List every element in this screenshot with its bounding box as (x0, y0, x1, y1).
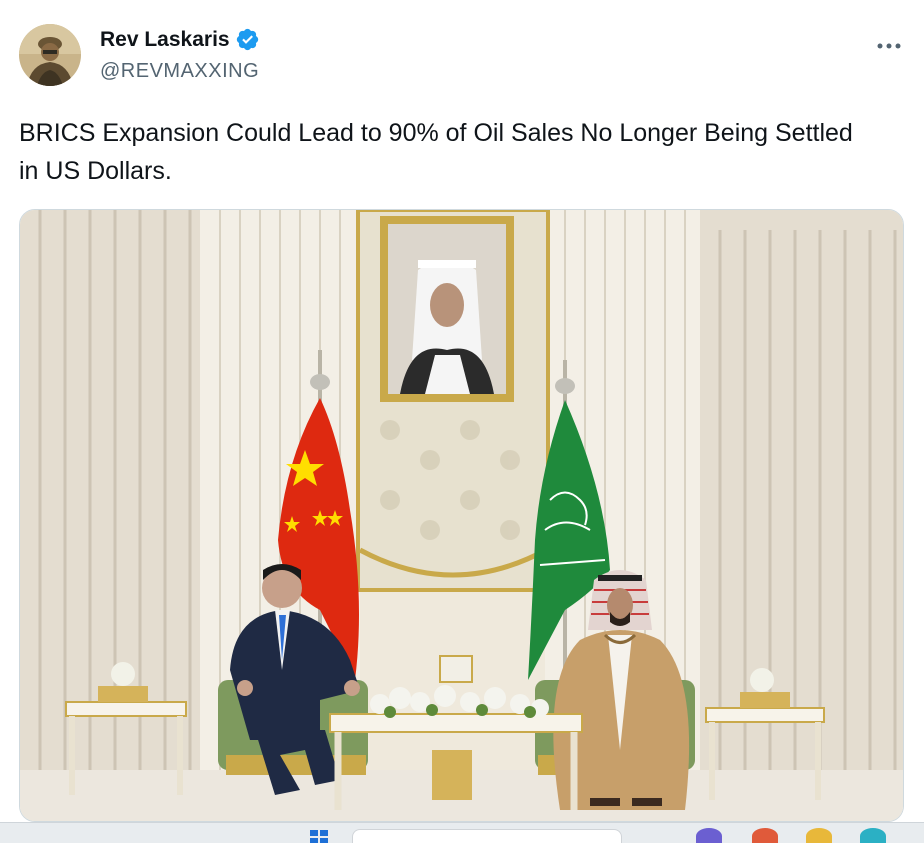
tweet-media-photo[interactable] (19, 209, 904, 822)
taskbar-search-box[interactable] (352, 829, 622, 843)
tweet-text: BRICS Expansion Could Lead to 90% of Oil… (19, 119, 853, 185)
app-icon[interactable] (860, 828, 886, 843)
more-horizontal-icon (877, 43, 901, 49)
windows-taskbar (0, 822, 924, 843)
author-display-name[interactable]: Rev Laskaris (100, 28, 230, 52)
tweet-card[interactable]: Rev Laskaris @REVMAXXING BRICS Expansion… (0, 0, 924, 822)
app-icon[interactable] (752, 828, 778, 843)
soldier-avatar-icon (19, 24, 81, 86)
app-icon[interactable] (696, 828, 722, 843)
more-options-button[interactable] (876, 30, 902, 56)
meeting-photo (20, 210, 903, 821)
windows-start-icon[interactable] (306, 828, 332, 843)
author-handle[interactable]: @REVMAXXING (100, 60, 259, 83)
verified-badge-icon (235, 27, 260, 52)
author-avatar[interactable] (19, 24, 81, 86)
app-icon[interactable] (806, 828, 832, 843)
author-name-row[interactable]: Rev Laskaris (100, 27, 260, 52)
